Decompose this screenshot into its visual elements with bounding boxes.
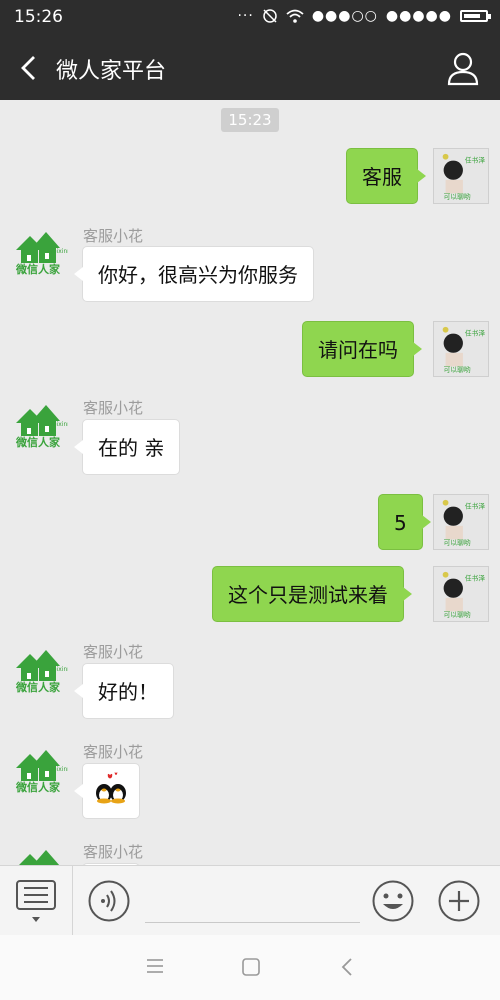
agent-avatar[interactable]: [12, 842, 68, 865]
agent-avatar[interactable]: weixinrj 微信人家: [12, 742, 72, 798]
self-avatar-text-bottom: 可以聊哟: [444, 365, 471, 374]
square-icon[interactable]: [241, 957, 261, 977]
agent-logo-sub: weixinrj: [48, 766, 68, 773]
self-avatar-text-top: 任书泽: [465, 156, 486, 165]
penguin-couple-sticker: [96, 772, 126, 804]
agent-logo-text: 微信人家: [15, 262, 61, 276]
status-icons: ··· ●●●○○ ●●●●●: [237, 8, 491, 24]
self-avatar-text-top: 任书泽: [465, 329, 486, 338]
message-bubble-agent[interactable]: 好的！: [74, 663, 174, 719]
agent-logo-text: 微信人家: [15, 680, 61, 694]
sender-name: 客服小花: [83, 643, 144, 661]
user-icon[interactable]: [446, 50, 480, 86]
self-avatar[interactable]: 任书泽可以聊哟: [433, 148, 489, 204]
system-nav-bar: [0, 935, 500, 1000]
agent-avatar[interactable]: weixinrj 微信人家: [12, 224, 72, 280]
list-menu-icon: [16, 880, 56, 922]
self-avatar-text-bottom: 可以聊哟: [444, 610, 471, 619]
more-dots-icon: ···: [237, 8, 254, 24]
chat-area[interactable]: 15:23 客服 任书泽可以聊哟 weixinrj微信人家 客服小花 你好，很高…: [0, 100, 500, 865]
nav-bar: 微人家平台: [0, 36, 500, 100]
status-time: 15:26: [14, 7, 63, 27]
agent-logo-sub: weixinrj: [48, 666, 68, 673]
sender-name: 客服小花: [83, 227, 144, 245]
signal-strength-2: ●●●●●: [385, 8, 452, 24]
self-avatar-text-top: 任书泽: [465, 502, 486, 511]
smiley-icon[interactable]: [372, 880, 414, 922]
page-title: 微人家平台: [56, 59, 167, 84]
agent-avatar[interactable]: weixinrj 微信人家: [12, 642, 72, 698]
message-bubble-agent[interactable]: 在的 亲: [73, 419, 181, 475]
chevron-left-icon[interactable]: [14, 52, 44, 84]
triangle-back-icon[interactable]: [340, 957, 354, 977]
agent-logo-text: 微信人家: [15, 780, 61, 794]
message-bubble-self[interactable]: 这个只是测试来着: [212, 566, 412, 622]
message-bubble-self[interactable]: 5: [378, 494, 431, 550]
message-bubble-agent[interactable]: 你好，很高兴为你服务: [74, 246, 314, 302]
agent-logo-sub: weixinrj: [48, 248, 68, 255]
self-avatar-text-top: 任书泽: [465, 574, 486, 583]
plus-icon[interactable]: [438, 880, 480, 922]
agent-logo-text: 微信人家: [15, 435, 61, 449]
self-avatar[interactable]: 任书泽可以聊哟: [433, 494, 489, 550]
self-avatar-text-bottom: 可以聊哟: [444, 538, 471, 547]
message-bubble-agent-sticker[interactable]: [74, 763, 140, 819]
menu-toggle-button[interactable]: [0, 866, 73, 936]
agent-avatar[interactable]: weixinrj 微信人家: [12, 397, 72, 453]
mute-alarm-icon: [263, 9, 277, 23]
agent-logo-sub: weixinrj: [48, 421, 68, 428]
signal-strength-1: ●●●○○: [311, 8, 378, 24]
sender-name: 客服小花: [83, 743, 144, 761]
self-avatar-text-bottom: 可以聊哟: [444, 192, 471, 201]
sender-name: 客服小花: [83, 399, 144, 417]
self-avatar[interactable]: 任书泽可以聊哟: [433, 321, 489, 377]
message-bubble-self[interactable]: 请问在吗: [302, 321, 422, 377]
sender-name: 客服小花: [83, 843, 144, 861]
status-bar: 15:26 ··· ●●●○○ ●●●●●: [0, 0, 500, 36]
menu-icon[interactable]: [146, 957, 164, 975]
voice-icon[interactable]: [88, 880, 130, 922]
battery-icon: [460, 10, 491, 22]
message-input[interactable]: [145, 922, 360, 923]
input-toolbar: [0, 865, 500, 936]
message-bubble-self[interactable]: 客服: [346, 148, 426, 204]
self-avatar[interactable]: 任书泽可以聊哟: [433, 566, 489, 622]
wifi-icon: [286, 9, 304, 23]
chat-timestamp: 15:23: [221, 108, 279, 132]
